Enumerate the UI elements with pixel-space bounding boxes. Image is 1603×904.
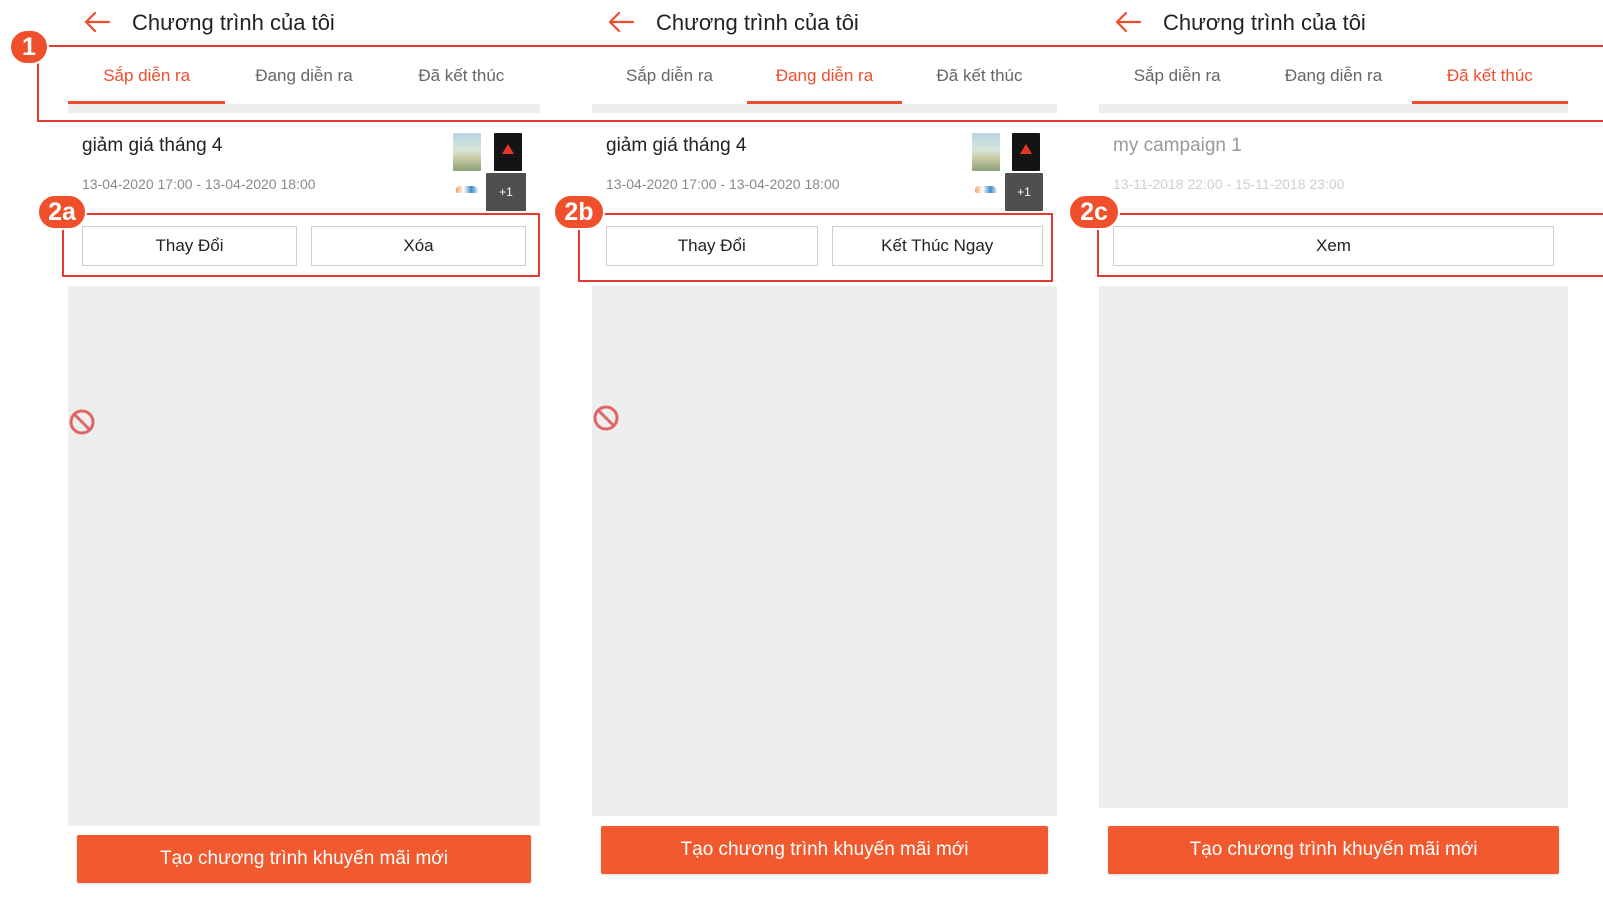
more-products-count: +1 (499, 185, 513, 199)
arrow-left-icon[interactable] (1113, 10, 1143, 34)
campaign-name: my campaign 1 (1113, 135, 1242, 156)
screen-upcoming: Chương trình của tôi Sắp diễn ra Đang di… (68, 0, 540, 904)
annotation-badge-2b: 2b (553, 194, 605, 230)
empty-list-area (1099, 286, 1568, 808)
campaign-name: giảm giá tháng 4 (82, 135, 223, 156)
more-products-thumbnail: +1 (1005, 173, 1043, 211)
no-entry-icon (593, 405, 619, 431)
screen-ongoing: Chương trình của tôi Sắp diễn ra Đang di… (592, 0, 1057, 904)
empty-list-area (68, 286, 540, 826)
annotation-badge-2a: 2a (37, 194, 87, 230)
actions-highlight-box-2a (62, 213, 540, 277)
campaign-date-range: 13-11-2018 22:00 - 15-11-2018 23:00 (1113, 176, 1345, 192)
tabs-highlight-box (37, 45, 1603, 122)
page-title: Chương trình của tôi (132, 10, 335, 35)
product-thumbnail (1012, 133, 1040, 171)
product-thumbnail (453, 176, 481, 206)
create-promotion-button[interactable]: Tạo chương trình khuyến mãi mới (77, 835, 531, 883)
empty-list-area (592, 286, 1057, 816)
header: Chương trình của tôi (1099, 0, 1568, 46)
more-products-count: +1 (1017, 185, 1031, 199)
header: Chương trình của tôi (592, 0, 1057, 46)
annotation-badge-2c: 2c (1068, 194, 1120, 230)
arrow-left-icon[interactable] (606, 10, 636, 34)
page-title: Chương trình của tôi (656, 10, 859, 35)
page-title: Chương trình của tôi (1163, 10, 1366, 35)
campaign-name: giảm giá tháng 4 (606, 135, 747, 156)
product-thumbnail (972, 176, 1000, 206)
campaign-date-range: 13-04-2020 17:00 - 13-04-2020 18:00 (82, 176, 316, 192)
create-promotion-button[interactable]: Tạo chương trình khuyến mãi mới (1108, 826, 1559, 874)
campaign-date-range: 13-04-2020 17:00 - 13-04-2020 18:00 (606, 176, 840, 192)
product-thumbnail (494, 133, 522, 171)
create-promotion-button[interactable]: Tạo chương trình khuyến mãi mới (601, 826, 1048, 874)
product-thumbnail (972, 133, 1000, 171)
more-products-thumbnail: +1 (486, 173, 526, 211)
header: Chương trình của tôi (68, 0, 540, 46)
actions-highlight-box-2c (1097, 213, 1603, 277)
arrow-left-icon[interactable] (82, 10, 112, 34)
annotation-badge-1: 1 (9, 29, 49, 65)
screen-ended: Chương trình của tôi Sắp diễn ra Đang di… (1099, 0, 1569, 904)
product-thumbnail (453, 133, 481, 171)
no-entry-icon (69, 409, 95, 435)
actions-highlight-box-2b (578, 213, 1053, 282)
